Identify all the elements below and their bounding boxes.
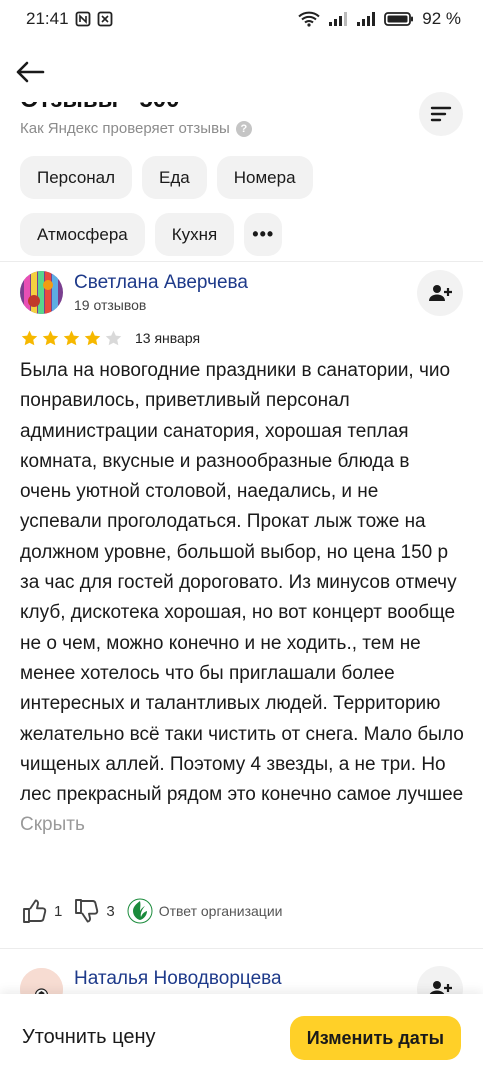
org-reply-link[interactable]: Ответ организации [127,898,283,924]
sort-icon [430,106,452,122]
star-empty-icon [105,330,122,345]
like-button[interactable]: 1 [22,898,62,924]
filter-chips: Персонал Еда Номера Атмосфера Кухня ••• [20,156,465,270]
dislike-count: 3 [106,902,115,920]
chip-staff[interactable]: Персонал [20,156,133,199]
status-bar: 21:41 92 % [0,0,483,38]
status-time: 21:41 [26,9,69,28]
bottom-bar: Уточнить цену Изменить даты [0,994,483,1080]
verification-label: Как Яндекс проверяет отзывы [20,120,230,137]
chip-atmosphere[interactable]: Атмосфера [20,213,145,256]
avatar[interactable] [20,270,63,314]
sort-button[interactable] [419,92,463,136]
signal-icon [328,11,348,27]
change-dates-button[interactable]: Изменить даты [289,1016,461,1060]
rating-stars [20,329,123,348]
subscribe-button[interactable] [417,270,463,316]
review-body: Была на новогодние праздники в санатории… [20,360,464,806]
verification-link[interactable]: Как Яндекс проверяет отзывы ? [20,120,252,137]
chip-food[interactable]: Еда [142,156,207,199]
review-actions: 1 3 Ответ организации [22,894,282,928]
star-filled-icon [21,330,38,345]
battery-icon [384,11,414,27]
signal-icon-2 [356,11,376,27]
review-card: Светлана Аверчева 19 отзывов 13 января Б… [20,268,465,841]
star-filled-icon [42,330,59,345]
author-name-link[interactable]: Наталья Новодворцева [74,968,282,990]
review-date: 13 января [135,330,201,346]
star-filled-icon [63,330,80,345]
chip-rooms[interactable]: Номера [216,156,313,199]
alarm-icon [97,11,113,27]
more-chips-button[interactable]: ••• [244,213,283,256]
back-button[interactable] [10,54,50,90]
like-count: 1 [54,902,63,920]
divider [0,948,483,949]
star-filled-icon [84,330,101,345]
help-icon: ? [235,120,252,137]
top-bar [0,42,483,102]
thumbs-down-icon [75,899,99,923]
battery-percent: 92 % [422,9,461,28]
wifi-icon [298,11,320,27]
chip-kitchen[interactable]: Кухня [154,213,235,256]
dislike-button[interactable]: 3 [74,898,115,924]
author-review-count: 19 отзывов [74,297,147,313]
review-text: Была на новогодние праздники в санатории… [20,356,465,841]
org-logo-icon [127,898,153,924]
add-user-icon [429,285,452,301]
org-reply-label: Ответ организации [158,903,283,919]
clarify-price-button[interactable]: Уточнить цену [22,1026,156,1049]
hide-text-link[interactable]: Скрыть [20,814,85,835]
nfc-icon [75,11,91,27]
thumbs-up-icon [23,899,47,923]
arrow-left-icon [16,61,45,83]
author-name-link[interactable]: Светлана Аверчева [74,271,248,295]
